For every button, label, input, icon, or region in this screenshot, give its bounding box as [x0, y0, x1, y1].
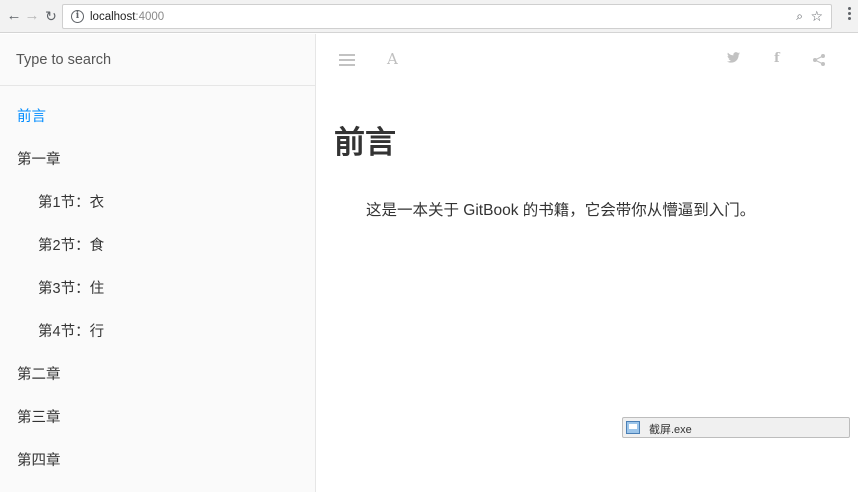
search-input[interactable] [0, 34, 315, 85]
toc-item-section-2[interactable]: 第2节：食 [0, 225, 315, 268]
address-bar[interactable]: i localhost:4000 ⌕ ☆ [62, 4, 832, 29]
table-of-contents: 前言 第一章 第1节：衣 第2节：食 第3节：住 第4节：行 第二章 第三章 第… [0, 96, 315, 483]
toc-item-section-1[interactable]: 第1节：衣 [0, 182, 315, 225]
font-settings-icon[interactable]: A [387, 51, 398, 67]
browser-toolbar: ← → ↻ i localhost:4000 ⌕ ☆ [0, 0, 858, 33]
browser-menu-icon[interactable] [848, 7, 852, 25]
book-sidebar: 前言 第一章 第1节：衣 第2节：食 第3节：住 第4节：行 第二章 第三章 第… [0, 34, 316, 492]
page-paragraph: 这是一本关于 GitBook 的书籍，它会带你从懵逼到入门。 [366, 202, 756, 219]
toc-item-chapter-3[interactable]: 第三章 [0, 397, 315, 440]
star-icon[interactable]: ☆ [810, 8, 823, 25]
url-text[interactable]: localhost:4000 [90, 10, 164, 24]
share-icon[interactable] [812, 53, 826, 67]
zoom-icon[interactable]: ⌕ [796, 9, 803, 24]
info-icon[interactable]: i [71, 10, 84, 23]
toc-item-chapter-1[interactable]: 第一章 [0, 139, 315, 182]
taskbar-window-item[interactable]: 截屏.exe [622, 417, 850, 438]
url-host: localhost [90, 11, 136, 23]
toc-item-section-4[interactable]: 第4节：行 [0, 311, 315, 354]
taskbar-item-label: 截屏.exe [649, 424, 692, 436]
toc-item-chapter-4[interactable]: 第四章 [0, 440, 315, 483]
twitter-icon[interactable] [727, 51, 740, 67]
toggle-sidebar-icon[interactable] [339, 54, 355, 66]
back-icon[interactable]: ← [6, 8, 22, 24]
toc-item-chapter-2[interactable]: 第二章 [0, 354, 315, 397]
url-port: :4000 [135, 11, 165, 23]
forward-icon[interactable]: → [24, 8, 40, 24]
page-title: 前言 [334, 125, 396, 160]
facebook-icon[interactable]: f [774, 51, 780, 67]
toc-item-section-3[interactable]: 第3节：住 [0, 268, 315, 311]
search-box [0, 34, 315, 86]
screenshot-app-icon [626, 421, 640, 434]
toc-item-preface[interactable]: 前言 [0, 96, 315, 139]
reload-icon[interactable]: ↻ [43, 8, 59, 24]
